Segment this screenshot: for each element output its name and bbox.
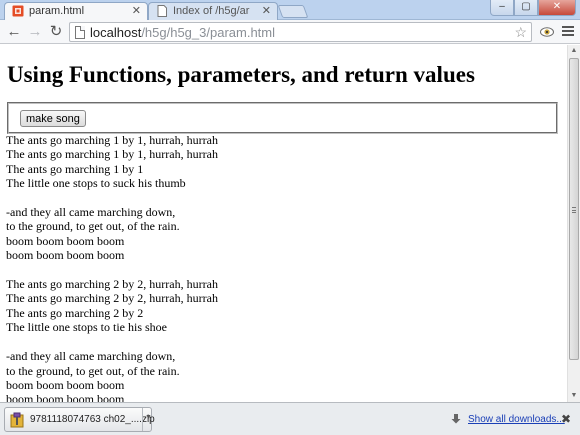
zip-file-icon [10,412,24,428]
reload-icon[interactable]: ↻ [47,23,65,41]
url-text[interactable]: localhost/h5g/h5g_3/param.html [90,24,275,41]
browser-toolbar: ← → ↻ localhost/h5g/h5g_3/param.html ☆ [0,20,580,44]
song-line: boom boom boom boom [6,248,125,263]
song-line: -and they all came marching down, [6,205,176,220]
page-viewport: Using Functions, parameters, and return … [0,45,567,402]
make-song-button[interactable]: make song [20,110,86,127]
html5-icon [12,5,24,17]
page-icon [157,5,167,17]
scroll-down-icon[interactable]: ▼ [568,390,580,402]
song-line: The ants go marching 1 by 1, hurrah, hur… [6,147,218,162]
song-line: to the ground, to get out, of the rain. [6,363,180,378]
eye-icon[interactable] [540,25,554,39]
download-item[interactable]: 9781118074763 ch02_....zip ▼ [4,407,155,432]
grip-icon [572,207,576,213]
url-path: /h5g/h5g_3/param.html [141,25,276,40]
button-fieldset: make song [7,102,558,134]
star-icon[interactable]: ☆ [514,23,527,41]
song-line: The little one stops to tie his shoe [6,320,167,335]
scrollbar-thumb[interactable] [569,58,579,360]
tab-strip: param.html ✕ Index of /h5g/ar ✕ – ▢ ✕ [0,0,580,20]
vertical-scrollbar[interactable]: ▲ ▼ [567,45,580,402]
minimize-button[interactable]: – [490,0,514,16]
song-line: to the ground, to get out, of the rain. [6,219,180,234]
new-tab-button[interactable] [277,5,309,18]
show-all-downloads-link[interactable]: Show all downloads... [468,413,565,426]
download-shelf: 9781118074763 ch02_....zip ▼ Show all do… [0,402,580,435]
song-line: The ants go marching 2 by 2 [6,305,144,320]
tab-close-icon[interactable]: ✕ [132,3,141,19]
window-controls: – ▢ ✕ [490,0,576,16]
scroll-up-icon[interactable]: ▲ [568,45,580,57]
download-file-name: 9781118074763 ch02_....zip [30,414,155,425]
close-window-button[interactable]: ✕ [538,0,576,16]
maximize-button[interactable]: ▢ [514,0,538,16]
tab-close-icon[interactable]: ✕ [262,3,271,19]
page-icon [75,26,85,39]
page-title: Using Functions, parameters, and return … [7,62,475,87]
song-line: The ants go marching 2 by 2, hurrah, hur… [6,291,218,306]
song-line [6,191,218,205]
tab-label: param.html [29,5,85,17]
song-line: boom boom boom boom [6,233,125,248]
hamburger-menu-icon[interactable] [562,26,574,38]
song-line [6,335,218,349]
divider [142,408,143,431]
close-icon[interactable]: ✖ [561,412,571,426]
download-icon [451,414,461,424]
song-line: The ants go marching 1 by 1, hurrah, hur… [6,133,218,147]
tab-param-html[interactable]: param.html ✕ [4,2,148,20]
song-line: The little one stops to suck his thumb [6,176,186,191]
address-bar[interactable]: localhost/h5g/h5g_3/param.html ☆ [69,22,532,42]
song-line: The ants go marching 1 by 1 [6,161,144,176]
song-line [6,263,218,277]
song-line: -and they all came marching down, [6,349,176,364]
tab-index[interactable]: Index of /h5g/ar ✕ [148,2,278,20]
song-output: The ants go marching 1 by 1, hurrah, hur… [6,133,218,402]
back-arrow-icon[interactable]: ← [5,23,23,41]
tab-label: Index of /h5g/ar [173,5,250,17]
url-host: localhost [90,25,142,40]
song-line: boom boom boom boom [6,392,125,402]
dropdown-arrow-icon[interactable]: ▼ [145,414,152,421]
song-line: The ants go marching 2 by 2, hurrah, hur… [6,277,218,292]
forward-arrow-icon[interactable]: → [26,23,44,41]
song-line: boom boom boom boom [6,377,125,392]
